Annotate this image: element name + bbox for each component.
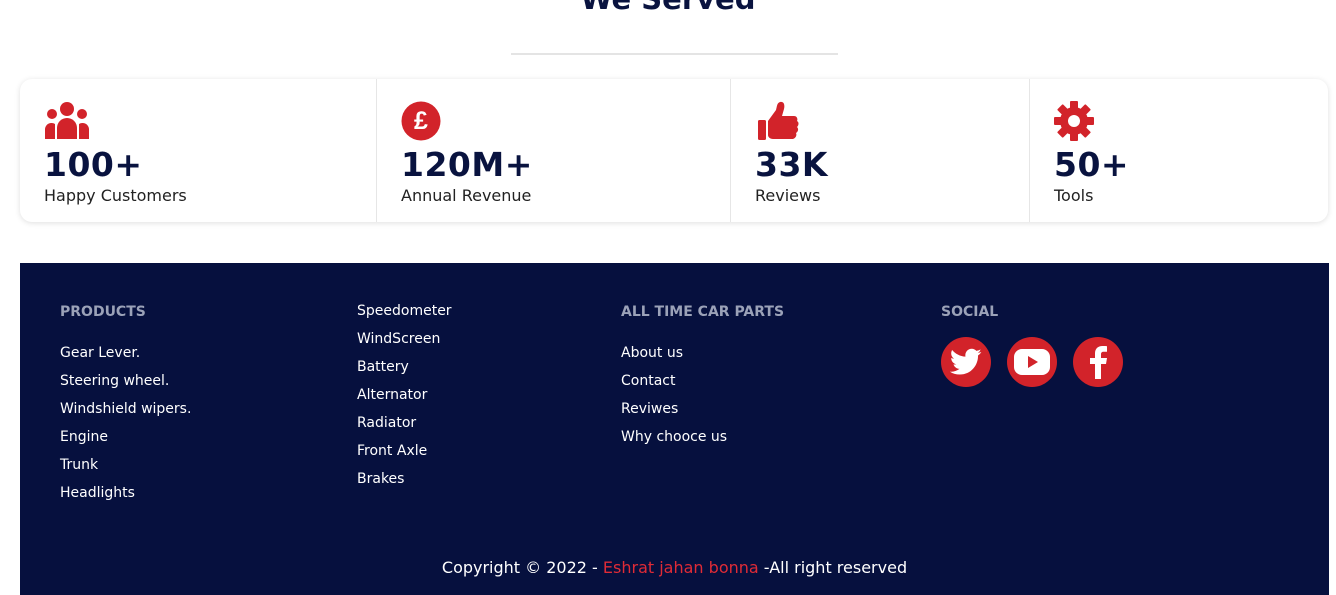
footer-link-reviews[interactable]: Reviwes [621,401,784,429]
copyright-suffix: -All right reserved [758,558,908,577]
footer-link-windshield-wipers[interactable]: Windshield wipers. [60,401,191,429]
stat-value: 33K [755,145,828,184]
stats-card: 100+ Happy Customers £ 120M+ Annual Reve… [20,79,1328,222]
gear-icon [1054,101,1094,141]
stat-label: Annual Revenue [401,186,532,205]
footer-link-radiator[interactable]: Radiator [357,415,452,443]
social-links [941,337,1123,387]
thumbs-up-icon [758,101,799,140]
site-footer: PRODUCTS Gear Lever. Steering wheel. Win… [20,263,1329,595]
copyright-text: Copyright © 2022 - Eshrat jahan bonna -A… [20,558,1329,577]
facebook-icon [1090,346,1107,379]
footer-products-column: PRODUCTS Gear Lever. Steering wheel. Win… [60,305,191,513]
stat-label: Reviews [755,186,821,205]
stat-label: Tools [1054,186,1094,205]
footer-link-windscreen[interactable]: WindScreen [357,331,452,359]
stat-value: 120M+ [401,145,533,184]
footer-link-engine[interactable]: Engine [60,429,191,457]
footer-link-battery[interactable]: Battery [357,359,452,387]
footer-heading-company: ALL TIME CAR PARTS [621,304,785,320]
youtube-icon [1014,349,1050,375]
footer-link-about-us[interactable]: About us [621,345,784,373]
users-icon [45,102,89,139]
footer-link-headlights[interactable]: Headlights [60,485,191,513]
footer-heading-products: PRODUCTS [60,304,146,320]
twitter-icon [950,348,982,375]
stat-happy-customers: 100+ Happy Customers [20,79,377,222]
footer-link-why-choose-us[interactable]: Why chooce us [621,429,784,457]
footer-link-front-axle[interactable]: Front Axle [357,443,452,471]
stat-value: 50+ [1054,145,1130,184]
youtube-link[interactable] [1007,337,1057,387]
stat-reviews: 33K Reviews [731,79,1030,222]
footer-more-products-column: Speedometer WindScreen Battery Alternato… [357,303,452,499]
svg-text:£: £ [414,107,428,135]
facebook-link[interactable] [1073,337,1123,387]
pound-sign-icon: £ [401,101,441,141]
twitter-link[interactable] [941,337,991,387]
footer-link-gear-lever[interactable]: Gear Lever. [60,345,191,373]
footer-link-steering-wheel[interactable]: Steering wheel. [60,373,191,401]
stat-annual-revenue: £ 120M+ Annual Revenue [377,79,731,222]
copyright-author-link[interactable]: Eshrat jahan bonna [603,558,759,577]
footer-link-trunk[interactable]: Trunk [60,457,191,485]
section-title: We Served [0,0,1336,16]
footer-social-column: SOCIAL [941,305,1123,387]
copyright-prefix: Copyright © 2022 - [441,558,603,577]
footer-company-column: ALL TIME CAR PARTS About us Contact Revi… [621,305,784,457]
footer-link-contact[interactable]: Contact [621,373,784,401]
footer-link-alternator[interactable]: Alternator [357,387,452,415]
title-divider [511,53,838,55]
stat-tools: 50+ Tools [1030,79,1328,222]
stat-label: Happy Customers [44,186,187,205]
footer-link-brakes[interactable]: Brakes [357,471,452,499]
stat-value: 100+ [44,145,143,184]
footer-heading-social: SOCIAL [941,304,999,320]
footer-link-speedometer[interactable]: Speedometer [357,303,452,331]
